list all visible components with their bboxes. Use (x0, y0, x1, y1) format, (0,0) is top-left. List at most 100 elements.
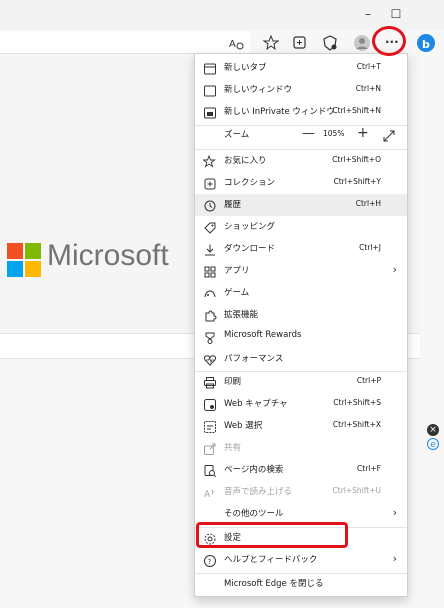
settings-highlight (196, 522, 348, 548)
menu-item-shortcut: Ctrl+T (356, 62, 381, 71)
fullscreen-icon[interactable] (383, 127, 395, 142)
chevron-right-icon: › (392, 552, 397, 565)
download-icon (203, 242, 217, 256)
menu-item-label: 音声で読み上げる (224, 487, 293, 497)
menu-item-history[interactable]: 履歴 Ctrl+H (195, 194, 407, 216)
menu-item-label: アプリ (224, 266, 250, 276)
shopping-icon (203, 220, 217, 234)
menu-item-label: 履歴 (224, 200, 242, 210)
menu-item-new-window[interactable]: 新しいウィンドウ Ctrl+N (195, 79, 407, 101)
edge-sidebar-icon[interactable]: e (427, 438, 439, 450)
favorites-icon[interactable] (262, 33, 282, 53)
menu-item-help[interactable]: ? ヘルプとフィードバック › (195, 549, 407, 571)
browser-essentials-icon[interactable] (320, 33, 340, 53)
menu-item-label: Microsoft Rewards (224, 330, 302, 340)
menu-item-print[interactable]: 印刷 Ctrl+P (195, 371, 407, 393)
menu-item-label: 印刷 (224, 377, 242, 387)
menu-item-shortcut: Ctrl+J (359, 243, 381, 252)
menu-item-shortcut: Ctrl+Shift+U (332, 486, 381, 495)
menu-item-apps[interactable]: アプリ › (195, 260, 407, 282)
menu-item-extensions[interactable]: 拡張機能 (195, 304, 407, 326)
menu-item-shortcut: Ctrl+N (355, 84, 381, 93)
microsoft-logo-text: Microsoft (47, 239, 169, 272)
share-icon (203, 441, 217, 455)
menu-item-label: Web 選択 (224, 421, 263, 431)
address-bar[interactable] (0, 31, 250, 54)
web-select-icon (203, 419, 217, 433)
menu-item-shortcut: Ctrl+Shift+O (332, 155, 381, 164)
zoom-level: 105% (323, 129, 345, 138)
favorites-icon (202, 154, 217, 168)
more-button-highlight (372, 26, 406, 56)
microsoft-logo-icon (7, 243, 41, 277)
performance-icon (203, 352, 217, 366)
settings-menu: 新しいタブ Ctrl+T 新しいウィンドウ Ctrl+N 新しい InPriva… (194, 53, 408, 597)
menu-item-new-tab[interactable]: 新しいタブ Ctrl+T (195, 57, 407, 79)
menu-item-label: 新しいタブ (224, 63, 267, 73)
menu-item-label: ページ内の検索 (224, 465, 284, 475)
extensions-icon (203, 308, 217, 322)
bing-icon[interactable]: b (416, 33, 436, 53)
menu-item-label: 新しい InPrivate ウィンドウ (224, 107, 335, 117)
chevron-right-icon: › (392, 506, 397, 519)
svg-text:b: b (422, 38, 430, 51)
menu-item-inprivate[interactable]: 新しい InPrivate ウィンドウ Ctrl+Shift+N (195, 101, 407, 123)
menu-item-downloads[interactable]: ダウンロード Ctrl+J (195, 238, 407, 260)
profile-icon[interactable] (352, 33, 372, 53)
rewards-icon (203, 330, 217, 344)
menu-item-label: 新しいウィンドウ (224, 85, 293, 95)
menu-item-read-aloud: A 音声で読み上げる Ctrl+Shift+U (195, 481, 407, 503)
menu-item-collections[interactable]: コレクション Ctrl+Shift+Y (195, 172, 407, 194)
menu-item-close-edge[interactable]: Microsoft Edge を閉じる (195, 573, 407, 595)
menu-item-label: ズーム (224, 130, 250, 140)
menu-item-shortcut: Ctrl+H (355, 199, 381, 208)
menu-item-zoom: ズーム — 105% + (195, 124, 407, 146)
svg-text:?: ? (208, 558, 212, 566)
inprivate-icon (203, 105, 217, 119)
menu-item-performance[interactable]: パフォーマンス (195, 348, 407, 370)
menu-item-find[interactable]: ページ内の検索 Ctrl+F (195, 459, 407, 481)
menu-item-label: パフォーマンス (224, 354, 284, 364)
menu-item-share: 共有 (195, 437, 407, 459)
chevron-right-icon: › (392, 263, 397, 276)
collections-icon (203, 176, 217, 190)
zoom-in-button[interactable]: + (357, 125, 369, 141)
menu-item-label: お気に入り (224, 156, 267, 166)
read-aloud-icon: A (203, 485, 217, 500)
find-icon (203, 463, 217, 478)
new-window-icon (203, 83, 217, 97)
apps-icon (203, 264, 217, 278)
close-icon[interactable]: × (427, 424, 439, 436)
menu-item-shortcut: Ctrl+Shift+Y (333, 177, 381, 186)
menu-item-label: ショッピング (224, 222, 276, 232)
history-icon (203, 198, 217, 212)
read-aloud-icon[interactable]: A (226, 33, 246, 53)
menu-item-shortcut: Ctrl+Shift+N (332, 106, 381, 115)
menu-item-label: Microsoft Edge を閉じる (224, 579, 324, 589)
collections-icon[interactable] (290, 33, 310, 53)
menu-item-label: 拡張機能 (224, 310, 259, 320)
menu-item-label: ヘルプとフィードバック (224, 555, 318, 565)
menu-item-shopping[interactable]: ショッピング (195, 216, 407, 238)
games-icon (203, 286, 217, 300)
zoom-out-button[interactable]: — (302, 126, 315, 141)
maximize-button[interactable]: ☐ (384, 4, 408, 24)
menu-item-shortcut: Ctrl+F (357, 464, 381, 473)
menu-item-games[interactable]: ゲーム (195, 282, 407, 304)
menu-item-label: ゲーム (224, 288, 250, 298)
menu-item-web-capture[interactable]: Web キャプチャ Ctrl+Shift+S (195, 393, 407, 415)
new-tab-icon (203, 61, 217, 75)
svg-text:A: A (204, 490, 211, 500)
menu-item-label: 共有 (224, 443, 242, 453)
menu-item-label: コレクション (224, 178, 276, 188)
menu-item-web-select[interactable]: Web 選択 Ctrl+Shift+X (195, 415, 407, 437)
menu-item-label: Web キャプチャ (224, 399, 288, 409)
svg-text:A: A (229, 39, 236, 50)
menu-item-favorites[interactable]: お気に入り Ctrl+Shift+O (195, 150, 407, 172)
print-icon (203, 375, 217, 389)
menu-item-shortcut: Ctrl+Shift+X (332, 420, 381, 429)
minimize-button[interactable]: – (356, 4, 380, 24)
help-icon: ? (203, 553, 217, 567)
menu-item-rewards[interactable]: Microsoft Rewards (195, 326, 407, 348)
web-capture-icon (203, 397, 217, 411)
